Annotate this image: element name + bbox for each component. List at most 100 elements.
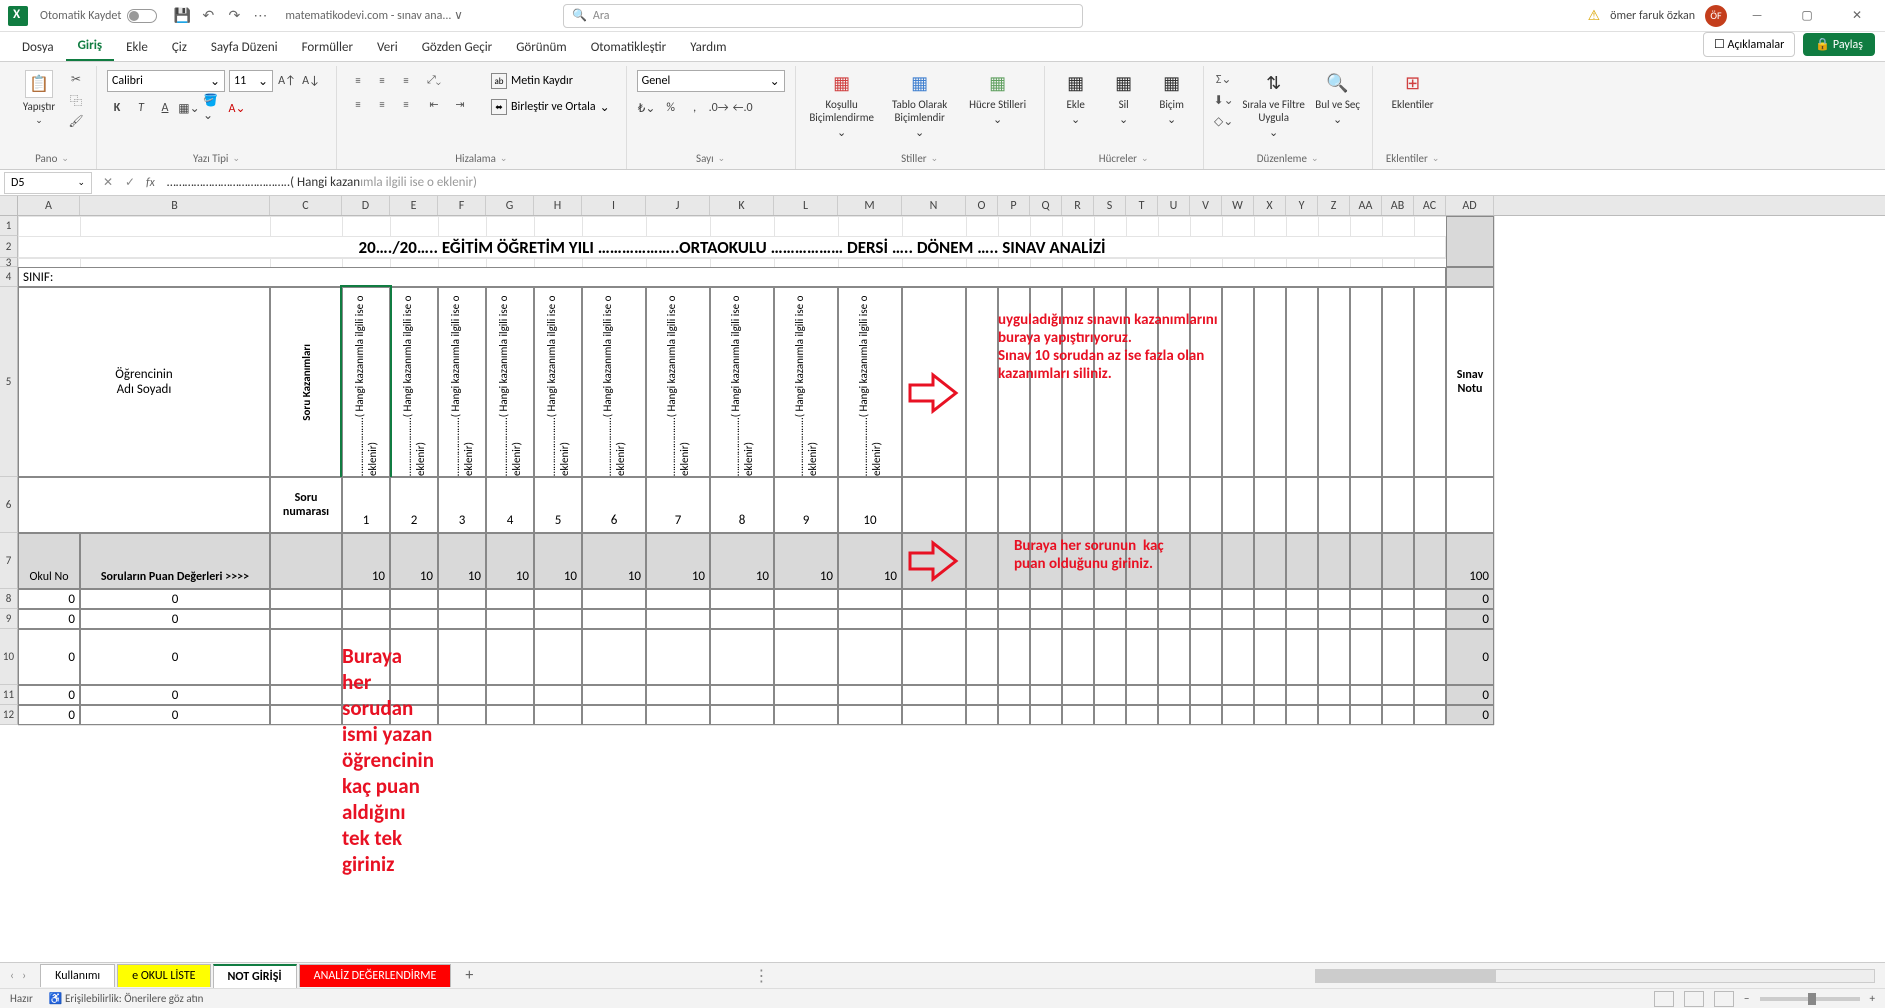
soru-numarasi-label[interactable]: Soru numarası — [270, 477, 342, 533]
student-name-r8[interactable]: 0 — [80, 589, 270, 609]
cell-r9-c7[interactable] — [534, 609, 582, 629]
cell-r12-c24[interactable] — [1286, 705, 1318, 725]
cell-r11-c20[interactable] — [1158, 685, 1190, 705]
soru-num-5[interactable]: 5 — [534, 477, 582, 533]
find-select-button[interactable]: 🔍Bul ve Seç⌄ — [1314, 70, 1362, 126]
cell-r9-c3[interactable] — [342, 609, 390, 629]
cell-r8-c17[interactable] — [1062, 589, 1094, 609]
sheet-tab-kullanimi[interactable]: Kullanımı — [40, 964, 115, 987]
row-header-4[interactable]: 4 — [0, 267, 18, 287]
soru-num-3[interactable]: 3 — [438, 477, 486, 533]
sinav-notu-r9[interactable]: 0 — [1446, 609, 1494, 629]
okul-no-r11[interactable]: 0 — [18, 685, 80, 705]
cell-r6-c21[interactable] — [1190, 477, 1222, 533]
zoom-out-icon[interactable]: − — [1744, 992, 1749, 1005]
cell-r6-c16[interactable] — [1030, 477, 1062, 533]
col-header-S[interactable]: S — [1094, 196, 1126, 215]
cell-r9-c11[interactable] — [774, 609, 838, 629]
align-center-icon[interactable]: ≡ — [371, 94, 393, 114]
format-as-table-button[interactable]: ▦Tablo Olarak Biçimlendir⌄ — [884, 70, 956, 139]
cell-r12-c11[interactable] — [774, 705, 838, 725]
soru-num-7[interactable]: 7 — [646, 477, 710, 533]
col-header-C[interactable]: C — [270, 196, 342, 215]
cell-c-r8[interactable] — [270, 589, 342, 609]
cell-r8-c25[interactable] — [1318, 589, 1350, 609]
cell-r11-c23[interactable] — [1254, 685, 1286, 705]
cell-r12-c5[interactable] — [438, 705, 486, 725]
cell-r6-c26[interactable] — [1350, 477, 1382, 533]
tab-gorunum[interactable]: Görünüm — [504, 34, 578, 61]
cell-r10-c27[interactable] — [1382, 629, 1414, 685]
cell-r6-c23[interactable] — [1254, 477, 1286, 533]
close-button[interactable]: ✕ — [1837, 2, 1877, 30]
soru-num-2[interactable]: 2 — [390, 477, 438, 533]
cell-r5-c24[interactable] — [1286, 287, 1318, 477]
cell-r10-c12[interactable] — [838, 629, 902, 685]
conditional-format-button[interactable]: ▦Koşullu Biçimlendirme⌄ — [806, 70, 878, 139]
col-header-D[interactable]: D — [342, 196, 390, 215]
search-box[interactable]: 🔍 Ara — [563, 4, 1083, 28]
col-header-N[interactable]: N — [902, 196, 966, 215]
cell-r5-c25[interactable] — [1318, 287, 1350, 477]
kazanim-col-4[interactable]: …………………..( Hangi kazanımla ilgili ise o … — [486, 287, 534, 477]
align-middle-icon[interactable]: ≡ — [371, 70, 393, 90]
cell-r10-c6[interactable] — [486, 629, 534, 685]
col-header-I[interactable]: I — [582, 196, 646, 215]
spreadsheet-grid[interactable]: ABCDEFGHIJKLMNOPQRSTUVWXYZAAABACAD 12345… — [0, 196, 1885, 950]
puan-val-7[interactable]: 10 — [646, 533, 710, 589]
cell-r12-c10[interactable] — [710, 705, 774, 725]
cell-r11-c19[interactable] — [1126, 685, 1158, 705]
cell-r12-c21[interactable] — [1190, 705, 1222, 725]
fill-color-button[interactable]: 🪣⌄ — [203, 98, 223, 118]
row-header-9[interactable]: 9 — [0, 609, 18, 629]
col-header-Y[interactable]: Y — [1286, 196, 1318, 215]
puan-val-1[interactable]: 10 — [342, 533, 390, 589]
row-header-5[interactable]: 5 — [0, 287, 18, 477]
ogrenci-header[interactable]: ÖğrencininAdı Soyadı — [18, 287, 270, 477]
col-header-P[interactable]: P — [998, 196, 1030, 215]
cell-r8-c5[interactable] — [438, 589, 486, 609]
col-header-Z[interactable]: Z — [1318, 196, 1350, 215]
document-title[interactable]: matematikodevi.com - sınav ana... ∨ — [285, 8, 463, 23]
col-header-F[interactable]: F — [438, 196, 486, 215]
insert-button[interactable]: ▦Ekle⌄ — [1055, 70, 1097, 126]
kazanim-col-2[interactable]: …………………..( Hangi kazanımla ilgili ise o … — [390, 287, 438, 477]
cell-r12-c25[interactable] — [1318, 705, 1350, 725]
soru-num-9[interactable]: 9 — [774, 477, 838, 533]
col-header-M[interactable]: M — [838, 196, 902, 215]
scroll-thumb[interactable] — [1316, 970, 1496, 982]
col-header-V[interactable]: V — [1190, 196, 1222, 215]
cell-r12-c13[interactable] — [902, 705, 966, 725]
cell-r6-c15[interactable] — [998, 477, 1030, 533]
cell-r8-c9[interactable] — [646, 589, 710, 609]
cell-ad6[interactable] — [1446, 477, 1494, 533]
cell-r12-c14[interactable] — [966, 705, 998, 725]
cell-r11-c28[interactable] — [1414, 685, 1446, 705]
confirm-formula-icon[interactable]: ✓ — [120, 173, 140, 193]
number-format-select[interactable]: Genel⌄ — [637, 70, 785, 92]
cell-r8-c13[interactable] — [902, 589, 966, 609]
sheet-tab-analiz[interactable]: ANALİZ DEĞERLENDİRME — [299, 964, 452, 987]
sinav-notu-r8[interactable]: 0 — [1446, 589, 1494, 609]
okul-no-r10[interactable]: 0 — [18, 629, 80, 685]
puan-val-4[interactable]: 10 — [486, 533, 534, 589]
cell-r12-c19[interactable] — [1126, 705, 1158, 725]
student-name-r11[interactable]: 0 — [80, 685, 270, 705]
kazanim-col-5[interactable]: …………………..( Hangi kazanımla ilgili ise o … — [534, 287, 582, 477]
sinav-notu-r11[interactable]: 0 — [1446, 685, 1494, 705]
cell-r10-c8[interactable] — [582, 629, 646, 685]
cell-r9-c16[interactable] — [1030, 609, 1062, 629]
format-painter-icon[interactable]: 🖌 — [66, 112, 86, 130]
cell-r11-c18[interactable] — [1094, 685, 1126, 705]
okul-no-r12[interactable]: 0 — [18, 705, 80, 725]
cell-r8-c22[interactable] — [1222, 589, 1254, 609]
cut-icon[interactable]: ✂ — [66, 70, 86, 88]
cell-r10-c24[interactable] — [1286, 629, 1318, 685]
merge-center-button[interactable]: ⬌Birleştir ve Ortala ⌄ — [485, 96, 616, 118]
cancel-formula-icon[interactable]: ✕ — [98, 173, 118, 193]
puan-val-9[interactable]: 10 — [774, 533, 838, 589]
tab-otomatiklestir[interactable]: Otomatikleştir — [579, 34, 679, 61]
horizontal-scrollbar[interactable] — [1315, 969, 1875, 983]
undo-icon[interactable]: ↶ — [199, 7, 217, 25]
col-header-W[interactable]: W — [1222, 196, 1254, 215]
